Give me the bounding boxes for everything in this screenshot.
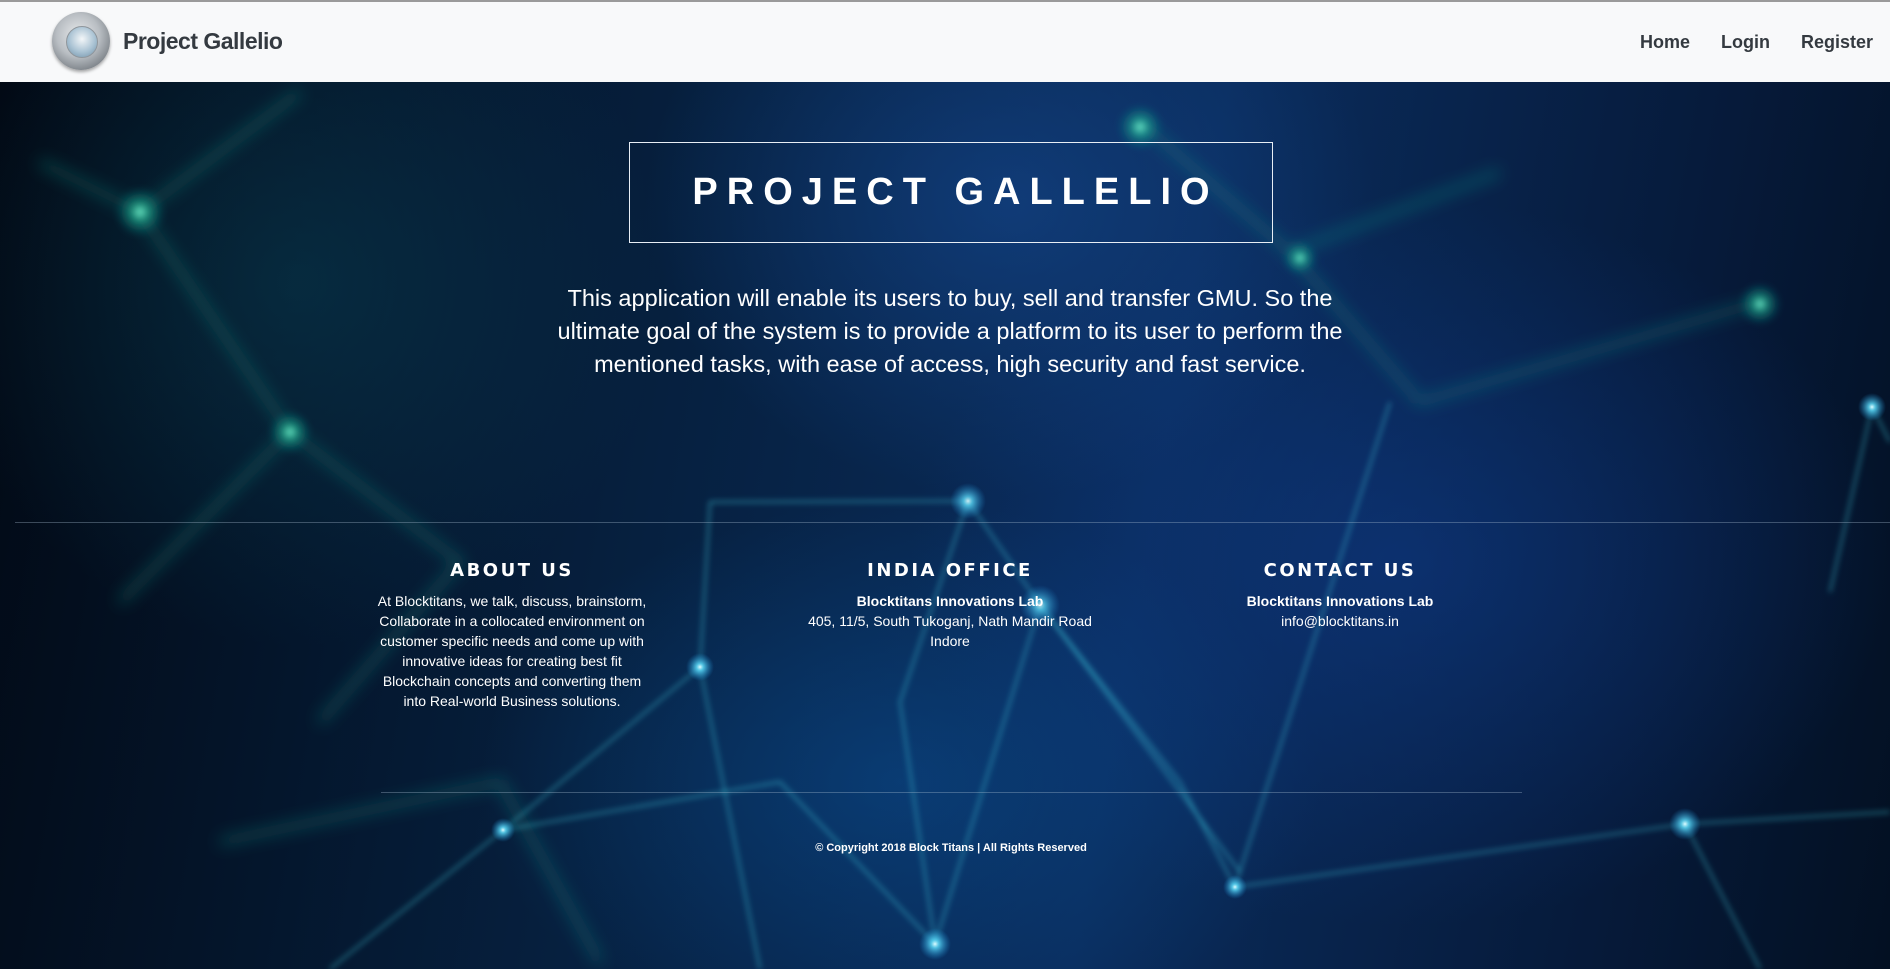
contact-us-heading: CONTACT US: [1263, 560, 1417, 581]
india-office-heading: INDIA OFFICE: [867, 560, 1033, 581]
nav-links: Home Login Register: [1609, 32, 1873, 53]
about-us-heading: ABOUT US: [450, 560, 574, 581]
about-us-text: At Blocktitans, we talk, discuss, brains…: [377, 593, 647, 709]
india-office-company: Blocktitans Innovations Lab: [856, 593, 1044, 609]
top-navbar: Project Gallelio Home Login Register: [0, 0, 1890, 82]
about-us-section: ABOUT US At Blocktitans, we talk, discus…: [377, 560, 647, 711]
brand-logo-icon[interactable]: [52, 12, 110, 70]
hero-title-box: PROJECT GALLELIO: [629, 142, 1273, 243]
footer-top-divider: [15, 522, 1890, 523]
nav-register-link[interactable]: Register: [1801, 32, 1873, 53]
nav-home-link[interactable]: Home: [1640, 32, 1690, 53]
hero-section: PROJECT GALLELIO This application will e…: [0, 82, 1890, 969]
nav-login-link[interactable]: Login: [1721, 32, 1770, 53]
contact-us-email[interactable]: info@blocktitans.in: [1190, 611, 1490, 631]
brand[interactable]: Project Gallelio: [52, 10, 283, 72]
brand-name[interactable]: Project Gallelio: [123, 28, 283, 55]
india-office-section: INDIA OFFICE Blocktitans Innovations Lab…: [800, 560, 1100, 651]
footer-bottom-divider: [381, 792, 1522, 793]
india-office-address: 405, 11/5, South Tukoganj, Nath Mandir R…: [808, 613, 1092, 649]
contact-us-company: Blocktitans Innovations Lab: [1246, 593, 1434, 609]
hero-tagline: This application will enable its users t…: [557, 285, 1343, 377]
contact-us-section: CONTACT US Blocktitans Innovations Lab i…: [1190, 560, 1490, 631]
copyright-text: © Copyright 2018 Block Titans | All Righ…: [815, 842, 1087, 854]
hero-title: PROJECT GALLELIO: [692, 171, 1219, 213]
